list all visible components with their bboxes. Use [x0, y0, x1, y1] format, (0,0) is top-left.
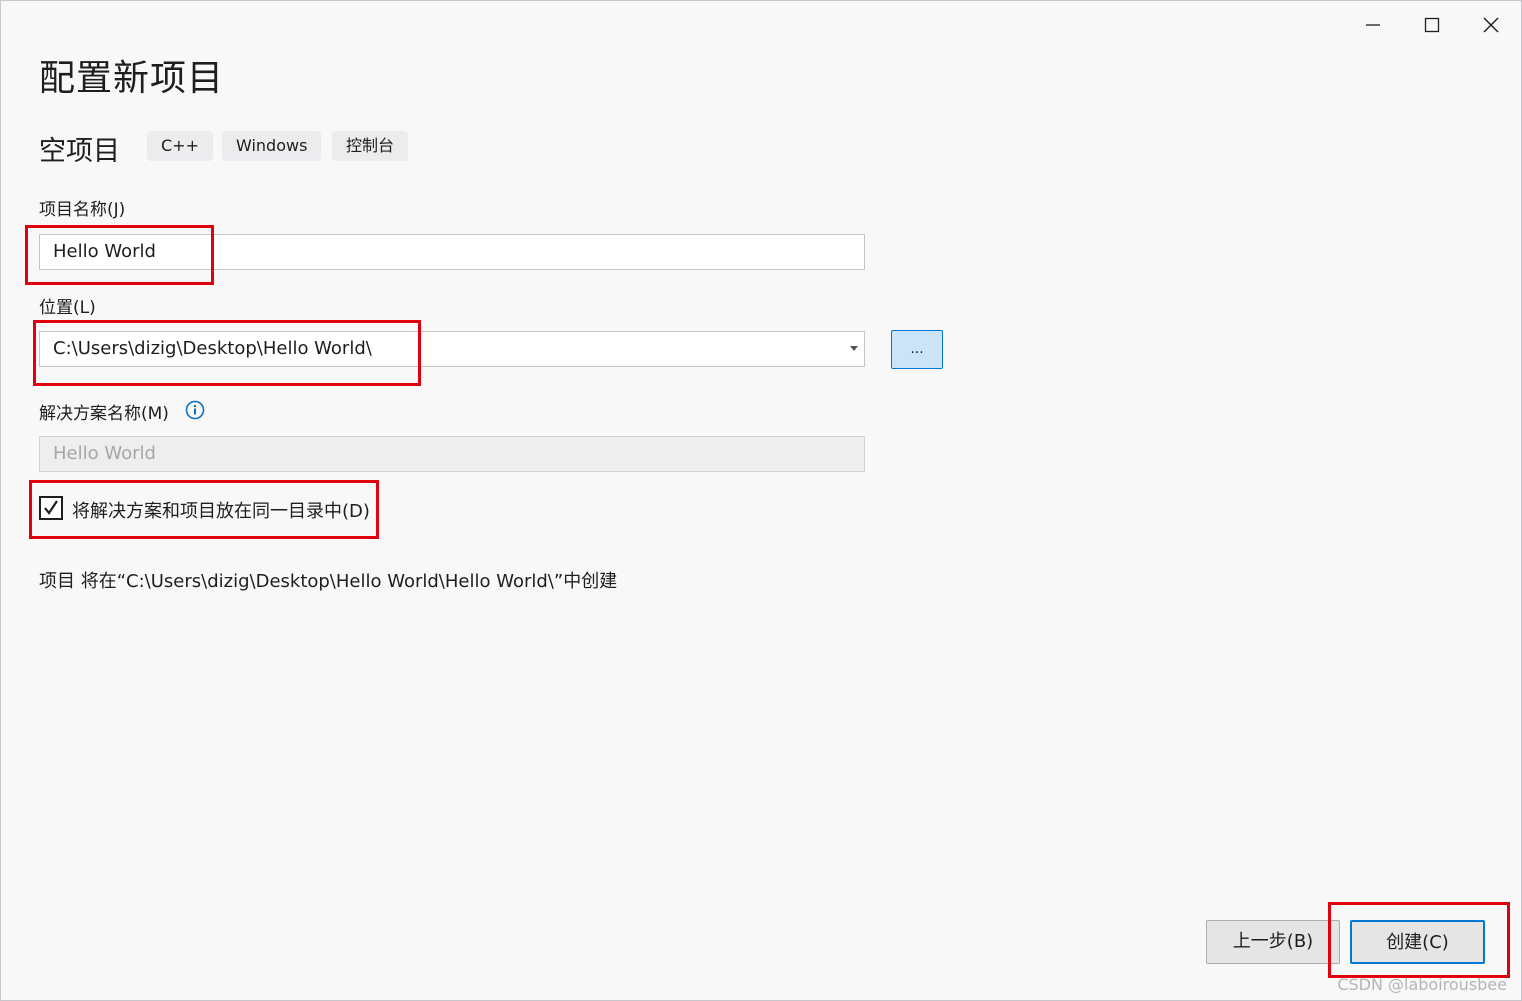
watermark: CSDN @laboirousbee: [1337, 975, 1507, 994]
close-button[interactable]: [1468, 9, 1514, 41]
chevron-down-icon[interactable]: [850, 346, 858, 351]
location-combobox[interactable]: C:\Users\dizig\Desktop\Hello World\: [39, 331, 865, 367]
tag-language: C++: [147, 131, 213, 161]
maximize-button[interactable]: [1409, 9, 1455, 41]
maximize-icon: [1424, 17, 1440, 33]
same-directory-label[interactable]: 将解决方案和项目放在同一目录中(D): [72, 497, 370, 523]
template-name: 空项目: [39, 136, 120, 167]
same-directory-checkbox[interactable]: [39, 496, 63, 520]
project-path-info: 项目 将在“C:\Users\dizig\Desktop\Hello World…: [39, 571, 618, 592]
location-label: 位置(L): [39, 298, 96, 318]
browse-button[interactable]: ...: [891, 330, 943, 369]
minimize-icon: [1366, 24, 1380, 26]
tag-project-type: 控制台: [332, 131, 409, 161]
project-name-label: 项目名称(J): [39, 200, 126, 220]
project-name-input[interactable]: Hello World: [39, 234, 865, 270]
tag-platform: Windows: [222, 131, 322, 161]
solution-name-label: 解决方案名称(M): [39, 404, 169, 424]
page-title: 配置新项目: [39, 58, 225, 99]
minimize-button[interactable]: [1350, 9, 1396, 41]
back-button[interactable]: 上一步(B): [1206, 920, 1340, 964]
location-value: C:\Users\dizig\Desktop\Hello World\: [53, 338, 372, 359]
create-button[interactable]: 创建(C): [1350, 920, 1485, 964]
solution-name-input: Hello World: [39, 436, 865, 472]
close-icon: [1483, 17, 1499, 33]
info-icon[interactable]: [185, 400, 205, 420]
configure-project-dialog: 配置新项目 空项目 C++ Windows 控制台 项目名称(J) Hello …: [0, 0, 1522, 1001]
checkmark-icon: [44, 500, 58, 515]
